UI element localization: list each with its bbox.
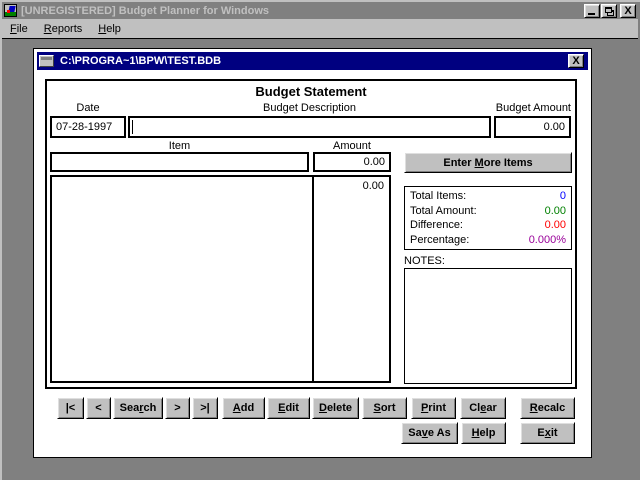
budget-amount-label: Budget Amount (431, 102, 571, 114)
recalc-button[interactable]: Recalc (520, 397, 575, 419)
menu-reports[interactable]: Reports (36, 21, 91, 37)
close-icon: X (621, 4, 635, 18)
sort-button[interactable]: Sort (362, 397, 407, 419)
last-record-button[interactable]: >| (192, 397, 218, 419)
print-button[interactable]: Print (411, 397, 456, 419)
list-amount-value: 0.00 (363, 180, 384, 192)
main-titlebar: [UNREGISTERED] Budget Planner for Window… (2, 2, 638, 19)
search-button[interactable]: Search (113, 397, 163, 419)
budget-amount-field[interactable]: 0.00 (494, 116, 571, 138)
minimize-button[interactable] (584, 4, 600, 18)
main-window: { "window": { "title": "[UNREGISTERED] B… (0, 0, 640, 480)
document-icon (39, 55, 54, 67)
menu-bar: File Reports Help (2, 19, 638, 39)
app-icon[interactable] (4, 4, 17, 17)
menu-help[interactable]: Help (90, 21, 129, 37)
percentage-value: 0.000% (529, 233, 566, 247)
edit-button[interactable]: Edit (267, 397, 310, 419)
date-field[interactable]: 07-28-1997 (50, 116, 126, 138)
difference-value: 0.00 (545, 218, 566, 232)
text-cursor (132, 120, 133, 134)
totals-box: Total Items: 0 Total Amount: 0.00 Differ… (404, 186, 572, 250)
minimize-icon (588, 13, 595, 15)
document-titlebar[interactable]: C:\PROGRA~1\BPW\TEST.BDB X (37, 52, 588, 70)
total-items-label: Total Items: (410, 189, 466, 203)
description-field[interactable] (128, 116, 491, 138)
document-close-button[interactable]: X (568, 54, 584, 68)
document-close-icon: X (569, 54, 583, 68)
window-controls: X (583, 4, 636, 18)
date-label: Date (50, 102, 126, 114)
percentage-row: Percentage: 0.000% (410, 233, 566, 247)
previous-record-button[interactable]: < (86, 397, 111, 419)
button-row-1: |< < Search > >| Add Edit Delete Sort Pr… (34, 397, 593, 419)
amount-column-header: Amount (313, 140, 391, 152)
item-amount-entry-field[interactable]: 0.00 (313, 152, 391, 172)
notes-label: NOTES: (404, 255, 445, 267)
add-button[interactable]: Add (222, 397, 265, 419)
restore-button[interactable] (601, 4, 617, 18)
window-title: [UNREGISTERED] Budget Planner for Window… (21, 5, 583, 17)
total-items-value: 0 (560, 189, 566, 203)
next-record-button[interactable]: > (165, 397, 190, 419)
budget-statement-panel: Budget Statement Date Budget Description… (45, 79, 577, 389)
document-title: C:\PROGRA~1\BPW\TEST.BDB (60, 55, 221, 67)
item-entry-field[interactable] (50, 152, 309, 172)
save-as-button[interactable]: Save As (401, 422, 458, 444)
close-button[interactable]: X (620, 4, 636, 18)
difference-label: Difference: (410, 218, 463, 232)
delete-button[interactable]: Delete (312, 397, 359, 419)
document-window: C:\PROGRA~1\BPW\TEST.BDB X Budget Statem… (33, 48, 592, 458)
statement-heading: Budget Statement (47, 84, 575, 99)
enter-more-items-button[interactable]: Enter More Items (404, 152, 572, 173)
menu-file[interactable]: File (2, 21, 36, 37)
total-amount-row: Total Amount: 0.00 (410, 204, 566, 218)
clear-button[interactable]: Clear (460, 397, 506, 419)
notes-field[interactable] (404, 268, 572, 384)
first-record-button[interactable]: |< (57, 397, 84, 419)
exit-button[interactable]: Exit (520, 422, 575, 444)
percentage-label: Percentage: (410, 233, 469, 247)
total-amount-label: Total Amount: (410, 204, 477, 218)
total-amount-value: 0.00 (545, 204, 566, 218)
list-column-divider (312, 177, 314, 381)
total-items-row: Total Items: 0 (410, 189, 566, 203)
button-row-2: Save As Help Exit (34, 422, 593, 444)
help-button[interactable]: Help (461, 422, 506, 444)
difference-row: Difference: 0.00 (410, 218, 566, 232)
item-column-header: Item (50, 140, 309, 152)
item-list[interactable]: 0.00 (50, 175, 391, 383)
